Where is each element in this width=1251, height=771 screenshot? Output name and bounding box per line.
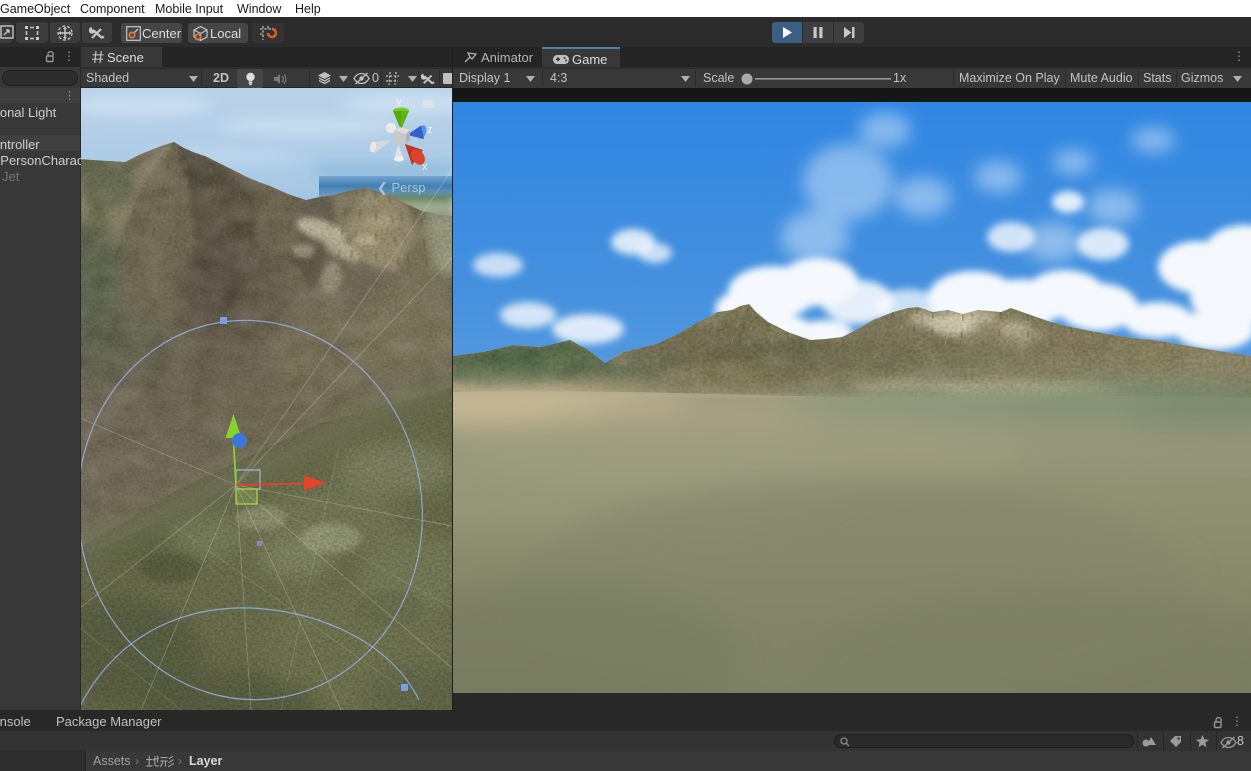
svg-text:x: x: [422, 161, 428, 173]
svg-text:❮ Persp: ❮ Persp: [377, 180, 425, 196]
svg-text:z: z: [427, 124, 433, 136]
svg-text:y: y: [396, 96, 402, 108]
